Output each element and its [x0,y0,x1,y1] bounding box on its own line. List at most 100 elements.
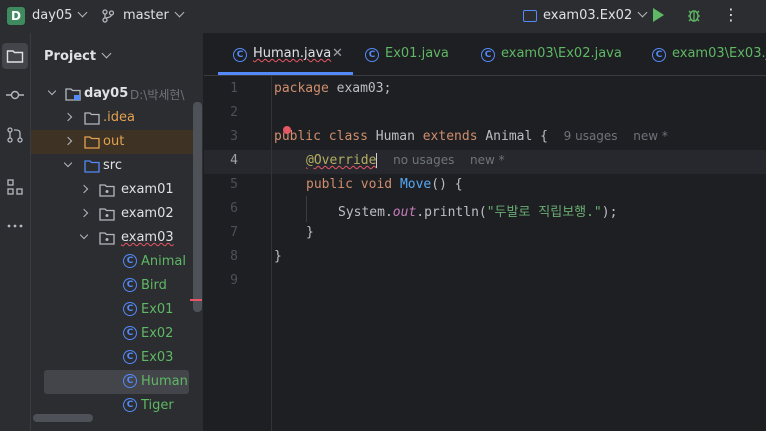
runnable-class-icon: C [652,48,666,62]
keyword: package [274,81,329,96]
run-config-selector[interactable]: exam03.Ex02 [543,7,648,23]
chevron-right-icon [63,136,73,146]
indent-guide [306,196,307,222]
chevron-right-icon [79,208,89,218]
code-line-1[interactable]: package exam03; [274,81,391,96]
project-badge[interactable]: D [7,7,25,25]
tree-item-label: Ex02 [141,326,174,341]
keyword: extends [422,129,478,144]
source-folder-icon [84,160,100,173]
tool-window-strip [0,33,31,431]
tree-item-label: Human [141,374,188,389]
project-tool-button[interactable] [2,43,28,69]
class-icon: C [233,48,247,62]
tree-item-ex03[interactable]: C Ex03 [31,346,203,370]
commit-tool-button[interactable] [2,82,28,108]
keyword: class [328,129,368,144]
project-vertical-scrollbar[interactable] [193,102,202,312]
project-panel: Project day05 D:\박세현\ .idea out src exam… [31,33,203,431]
usages-hint[interactable]: 9 usages [564,129,618,143]
pull-request-icon [7,127,23,143]
chevron-right-icon [63,112,73,122]
keyword: public [274,129,321,144]
package-icon [99,232,115,245]
line-number: 3 [230,129,238,144]
chevron-down-icon [79,230,89,240]
annotation: @Override [306,153,377,168]
tree-item-exam01[interactable]: exam01 [31,178,203,202]
usages-hint[interactable]: no usages [393,153,454,167]
tree-item-label: Animal [141,254,186,269]
error-bulb-icon[interactable] [283,126,291,134]
chevron-down-icon [78,7,88,18]
close-icon[interactable]: ✕ [332,46,343,61]
static-field: out [392,205,417,220]
tree-item-label: Bird [141,278,167,293]
more-tools-button[interactable] [2,213,28,239]
line-number: 5 [230,177,238,192]
tree-item-label: Ex03 [141,350,174,365]
tab-ex03-java[interactable]: C exam03\Ex03.java [652,46,766,62]
branch-icon [102,9,114,23]
error-stripe-marker[interactable] [190,299,202,301]
tree-item-label: day05 [84,86,129,101]
tree-item-animal[interactable]: C Animal [31,250,203,274]
line-number: 7 [230,225,238,240]
runnable-class-icon: C [123,350,137,364]
folder-icon [6,50,24,63]
title-bar: D day05 master exam03.Ex02 ⋮ [0,0,766,33]
gutter-divider [271,76,272,431]
chevron-down-icon [63,158,73,168]
tab-ex01-java[interactable]: C Ex01.java [365,46,449,62]
line-number: 4 [230,153,238,168]
tree-item-label: .idea [103,110,135,125]
tree-item-ex01[interactable]: C Ex01 [31,298,203,322]
pull-requests-tool-button[interactable] [2,122,28,148]
project-selector[interactable]: day05 [32,7,88,23]
author-hint[interactable]: new * [470,153,505,167]
debug-button[interactable] [686,7,702,23]
tree-item-label: out [103,134,125,149]
code-text: System. [338,205,393,220]
code-line-7[interactable]: } [306,225,314,240]
code-line-3[interactable]: public class Human extends Animal { 9 us… [274,129,668,144]
code-line-6[interactable]: System.out.println("두발로 직립보행."); [338,201,617,220]
author-hint[interactable]: new * [633,129,668,143]
tree-item-out[interactable]: out [31,130,196,154]
structure-tool-button[interactable] [2,174,28,200]
tree-item-label: exam01 [121,182,174,197]
branch-selector[interactable]: master [123,7,185,23]
tree-item-bird[interactable]: C Bird [31,274,203,298]
editor-tabs: C Human.java ✕ C Ex01.java C exam03\Ex02… [204,33,766,76]
code-text: { [532,129,548,144]
more-options-button[interactable]: ⋮ [723,5,739,24]
project-panel-title[interactable]: Project [44,48,112,64]
run-button[interactable] [653,8,664,22]
runnable-class-icon: C [123,326,137,340]
tree-item-ex02[interactable]: C Ex02 [31,322,203,346]
tab-label: Human.java [253,46,332,61]
runnable-class-icon: C [481,48,495,62]
code-text: } [274,249,282,264]
tab-human-java[interactable]: C Human.java [233,46,332,62]
tab-ex02-java[interactable]: C exam03\Ex02.java [481,46,622,62]
package-icon [99,184,115,197]
line-number: 9 [230,273,238,288]
parent-class-name: Animal [485,129,533,144]
code-line-4[interactable]: @Override no usages new * [306,153,505,168]
tree-item-day05[interactable]: day05 D:\박세현\ [31,82,203,106]
code-text: exam03; [328,81,392,96]
project-horizontal-scrollbar[interactable] [33,414,93,422]
code-line-5[interactable]: public void Move() { [306,177,463,192]
class-icon: C [123,398,137,412]
string-literal: "두발로 직립보행." [486,205,602,220]
tree-item-human[interactable]: C Human [44,370,189,394]
code-line-8[interactable]: } [274,249,282,264]
tree-item-label: Tiger [141,398,174,413]
class-name: Human [375,129,415,144]
tree-item-src[interactable]: src [31,154,203,178]
tree-item-exam03[interactable]: exam03 [31,226,203,250]
tree-item-exam02[interactable]: exam02 [31,202,203,226]
tree-item-idea[interactable]: .idea [31,106,203,130]
project-name: day05 [32,8,73,23]
